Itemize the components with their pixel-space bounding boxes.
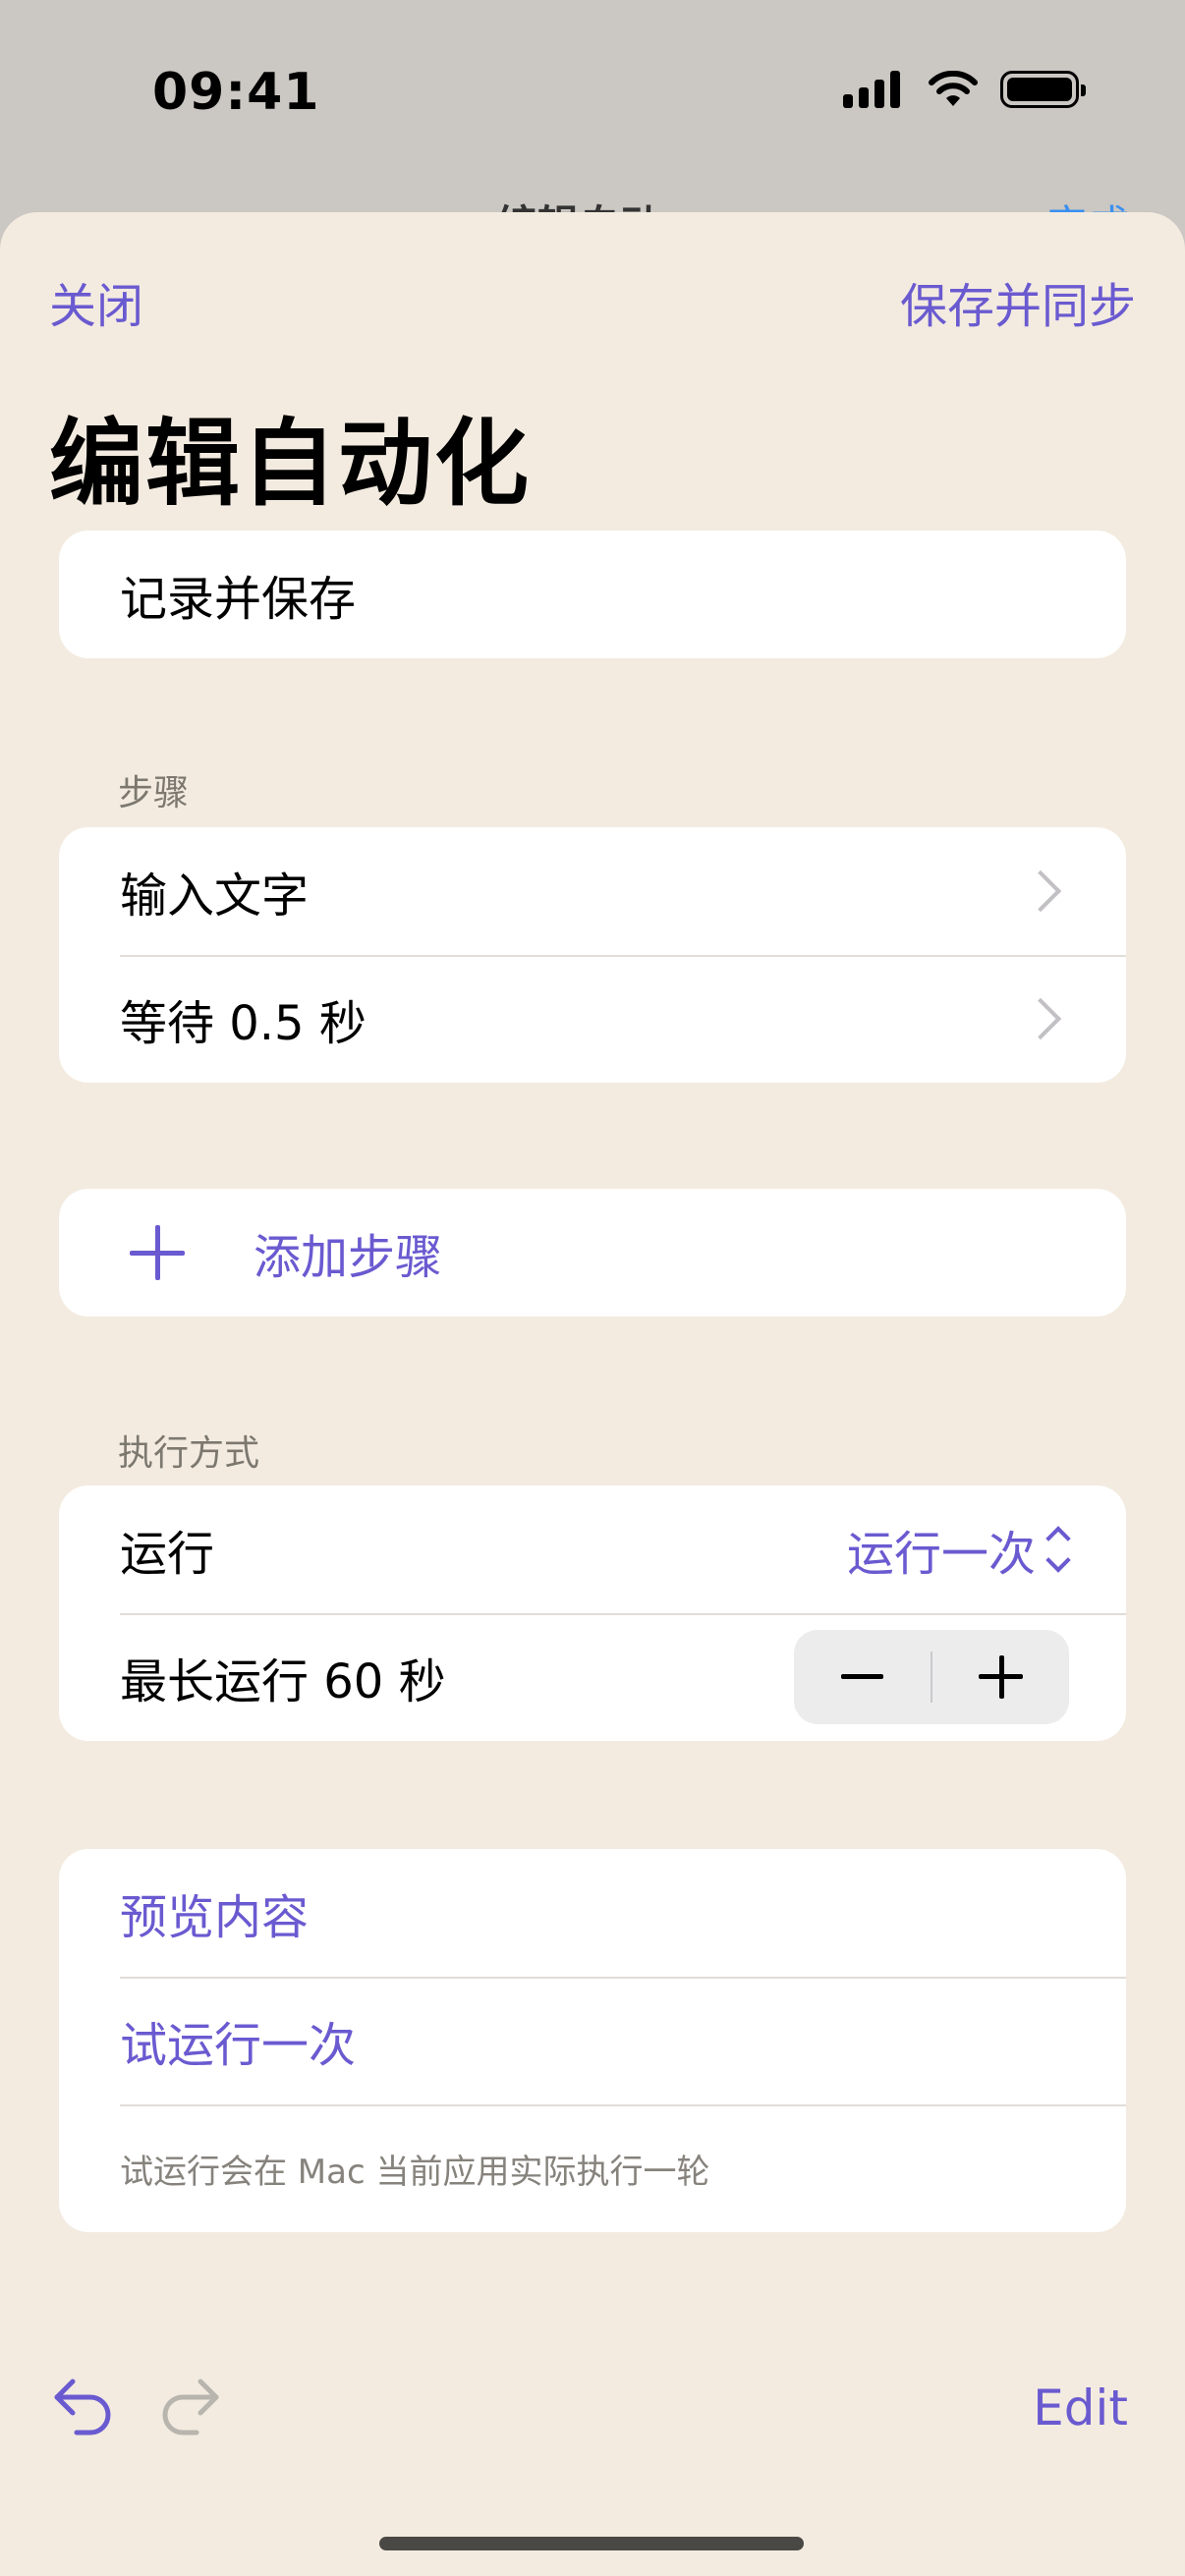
decrement-button[interactable] — [794, 1630, 931, 1724]
run-label: 运行 — [120, 1527, 215, 1582]
status-time: 09:41 — [152, 63, 320, 122]
name-field-card: 记录并保存 — [59, 531, 1126, 658]
close-button[interactable]: 关闭 — [49, 267, 143, 336]
steps-section-header: 步骤 — [118, 773, 190, 813]
signal-icon — [843, 71, 906, 108]
page-title: 编辑自动化 — [49, 409, 531, 519]
run-mode-picker[interactable]: 运行一次 — [846, 1515, 1071, 1584]
plus-icon — [130, 1225, 185, 1280]
footnote-text: 试运行会在 Mac 当前应用实际执行一轮 — [120, 2152, 710, 2192]
trial-run-label: 试运行一次 — [120, 2018, 357, 2073]
execution-settings: 运行 运行一次 最长运行 60 秒 — [59, 1485, 1126, 1741]
max-duration-label: 最长运行 60 秒 — [120, 1654, 446, 1709]
actions-card: 预览内容 试运行一次 试运行会在 Mac 当前应用实际执行一轮 — [59, 1849, 1126, 2232]
edit-button[interactable]: Edit — [1033, 2380, 1128, 2436]
updown-icon — [1045, 1526, 1071, 1573]
save-and-sync-button[interactable]: 保存并同步 — [900, 267, 1136, 336]
trial-run-footnote: 试运行会在 Mac 当前应用实际执行一轮 — [59, 2104, 1126, 2232]
name-field-value: 记录并保存 — [120, 572, 357, 627]
duration-stepper — [794, 1630, 1069, 1724]
home-indicator — [379, 2537, 804, 2550]
trial-run-button[interactable]: 试运行一次 — [59, 1977, 1126, 2104]
chevron-right-icon — [1019, 869, 1062, 913]
wifi-icon — [929, 71, 978, 106]
add-step-label: 添加步骤 — [254, 1230, 443, 1285]
status-icons — [843, 71, 1086, 108]
steps-list: 输入文字 等待 0.5 秒 — [59, 827, 1126, 1083]
step-label: 等待 0.5 秒 — [120, 996, 367, 1051]
step-label: 输入文字 — [120, 868, 310, 924]
step-row[interactable]: 等待 0.5 秒 — [59, 955, 1126, 1083]
battery-icon — [1000, 71, 1086, 108]
chevron-right-icon — [1019, 997, 1062, 1040]
redo-icon[interactable] — [155, 2374, 224, 2436]
step-row[interactable]: 输入文字 — [59, 827, 1126, 955]
max-duration-row: 最长运行 60 秒 — [59, 1613, 1126, 1741]
edit-sheet: 关闭 保存并同步 编辑自动化 记录并保存 步骤 输入文字 等待 0.5 秒 添加… — [0, 212, 1185, 2576]
run-mode-value: 运行一次 — [846, 1527, 1036, 1582]
increment-button[interactable] — [932, 1630, 1069, 1724]
add-step-card: 添加步骤 — [59, 1189, 1126, 1316]
name-field[interactable]: 记录并保存 — [59, 531, 1126, 658]
preview-content-label: 预览内容 — [120, 1890, 310, 1945]
run-mode-row: 运行 运行一次 — [59, 1485, 1126, 1613]
undo-icon[interactable] — [49, 2374, 118, 2436]
add-step-button[interactable]: 添加步骤 — [59, 1189, 1126, 1316]
preview-content-button[interactable]: 预览内容 — [59, 1849, 1126, 1977]
execution-section-header: 执行方式 — [118, 1433, 260, 1474]
